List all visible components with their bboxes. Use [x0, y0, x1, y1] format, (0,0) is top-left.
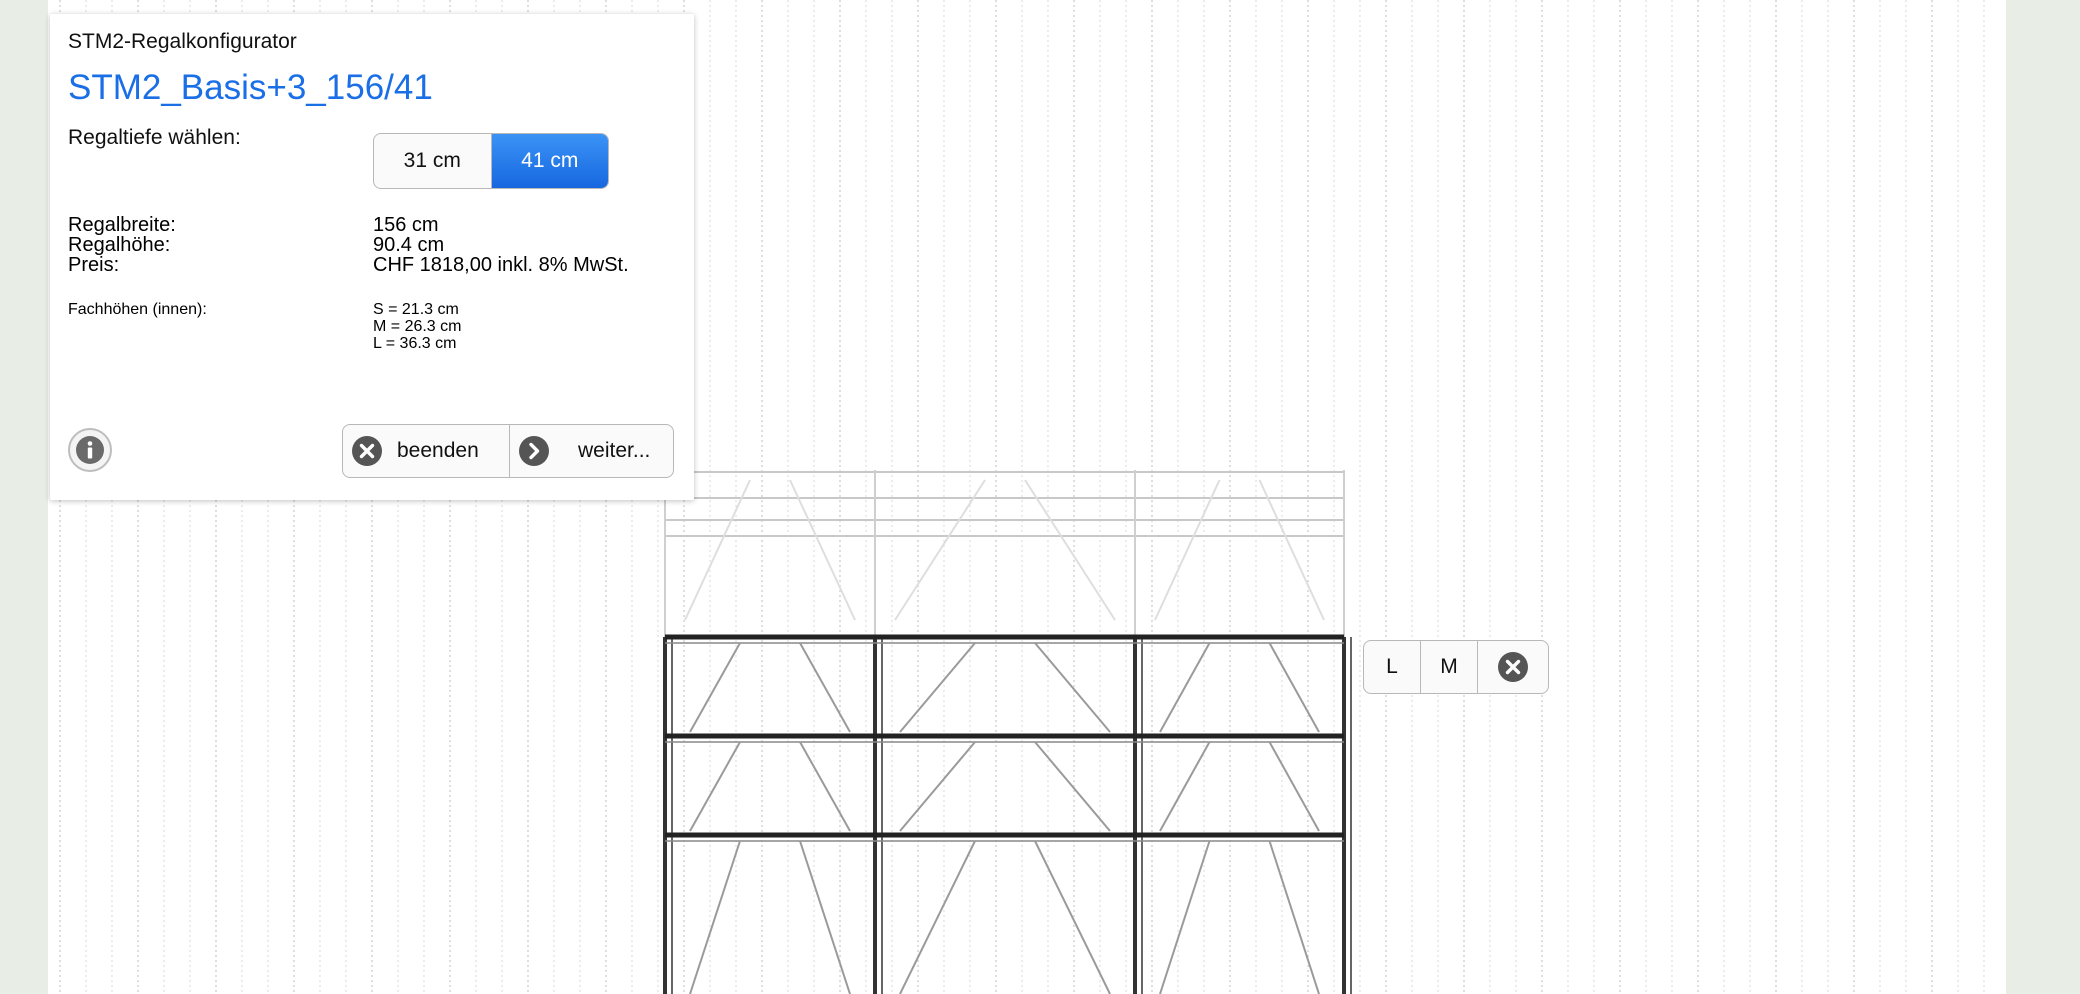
action-buttons: beenden weiter...: [342, 424, 674, 478]
cross-brace: [1268, 741, 1320, 832]
next-button[interactable]: weiter...: [510, 425, 673, 477]
cross-brace: [1159, 642, 1211, 733]
cross-brace: [689, 840, 741, 994]
ghost-cross-brace: [789, 479, 856, 621]
cross-brace: [799, 642, 851, 733]
cross-brace: [899, 642, 976, 733]
cross-brace: [899, 840, 976, 994]
depth-31-button[interactable]: 31 cm: [374, 134, 492, 188]
cross-brace: [799, 741, 851, 832]
ghost-cross-brace: [684, 479, 751, 621]
cross-brace: [1268, 840, 1320, 994]
depth-label: Regaltiefe wählen:: [68, 126, 241, 149]
info-button[interactable]: [68, 428, 112, 472]
ghost-cross-brace: [1258, 479, 1325, 621]
info-icon: [76, 436, 104, 464]
next-label: weiter...: [578, 439, 651, 462]
cross-brace: [1034, 642, 1111, 733]
price-label: Preis:: [68, 254, 120, 276]
compartment-s: S = 21.3 cm: [373, 301, 459, 318]
cross-brace: [899, 741, 976, 832]
cross-brace: [1159, 840, 1211, 994]
size-m-button[interactable]: M: [1421, 641, 1478, 693]
app-title: STM2-Regalkonfigurator: [68, 30, 297, 53]
compartments-label: Fachhöhen (innen):: [68, 301, 207, 318]
quit-button[interactable]: beenden: [343, 425, 510, 477]
cross-brace: [1034, 741, 1111, 832]
config-panel: STM2-Regalkonfigurator STM2_Basis+3_156/…: [50, 14, 694, 500]
compartment-l: L = 36.3 cm: [373, 335, 457, 352]
depth-selector: 31 cm 41 cm: [373, 133, 609, 189]
cross-brace: [1159, 741, 1211, 832]
price-value: CHF 1818,00 inkl. 8% MwSt.: [373, 254, 629, 276]
chevron-right-circle-icon: [519, 436, 549, 466]
compartment-size-picker: L M: [1363, 640, 1549, 694]
cross-brace: [799, 840, 851, 994]
ghost-cross-brace: [1154, 479, 1221, 621]
cross-brace: [1034, 840, 1111, 994]
close-circle-icon: [1498, 652, 1528, 682]
cross-brace: [1268, 642, 1320, 733]
size-l-button[interactable]: L: [1364, 641, 1421, 693]
depth-41-button[interactable]: 41 cm: [491, 134, 608, 188]
remove-compartment-button[interactable]: [1478, 641, 1548, 693]
cross-brace: [689, 741, 741, 832]
cross-brace: [689, 642, 741, 733]
close-circle-icon: [352, 436, 382, 466]
ghost-cross-brace: [894, 479, 986, 621]
config-name: STM2_Basis+3_156/41: [68, 68, 433, 107]
quit-label: beenden: [397, 439, 479, 462]
ghost-cross-brace: [1024, 479, 1116, 621]
compartment-m: M = 26.3 cm: [373, 318, 462, 335]
